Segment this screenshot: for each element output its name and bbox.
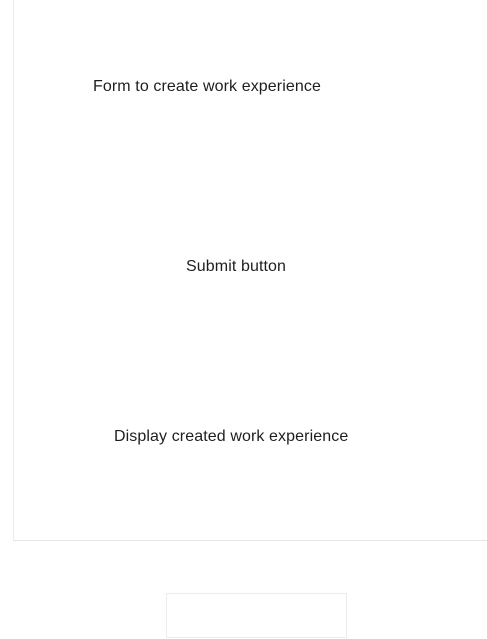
- page: Form to create work experience Submit bu…: [0, 0, 487, 639]
- submit-button-placeholder-label: Submit button: [186, 258, 287, 275]
- empty-box: [166, 593, 347, 638]
- form-placeholder-label: Form to create work experience: [93, 78, 321, 95]
- display-placeholder-label: Display created work experience: [114, 428, 349, 445]
